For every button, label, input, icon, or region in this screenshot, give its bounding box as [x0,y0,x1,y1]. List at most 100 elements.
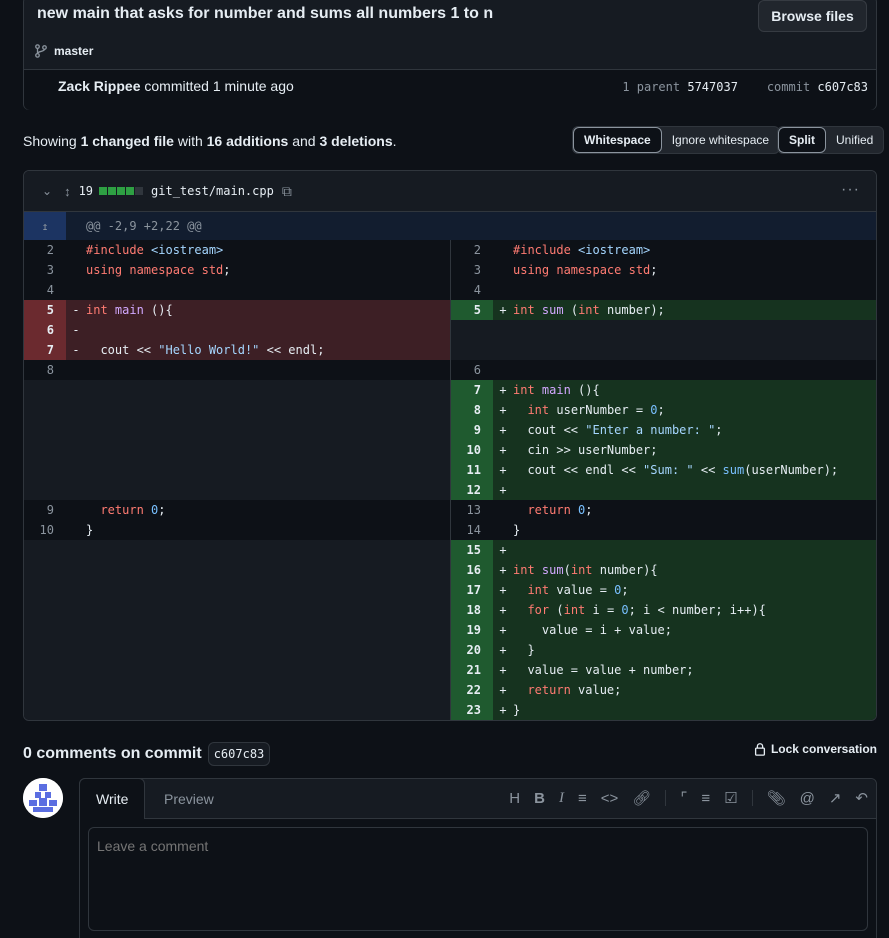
diff-row: 6- [24,320,876,340]
reference-icon[interactable]: ↗ [829,789,842,807]
diff-row: 10 + cin >> userNumber; [24,440,876,460]
diff-row: 4 4 [24,280,876,300]
ordered-list-icon[interactable]: ⌜ [680,789,687,807]
copy-icon[interactable]: ⧉ [282,183,292,200]
commit-title: new main that asks for number and sums a… [37,5,494,22]
comment-editor: Write Preview H B I ≡ <> 🔗︎ ⌜ ≡ ☑ 📎︎ @ ↗… [79,778,877,938]
summary-with: with [177,133,203,149]
comments-count: 0 comments on commit [23,745,202,762]
expand-up-icon[interactable]: ↥ [24,212,66,240]
summary-suffix: . [392,133,397,149]
lock-label: Lock conversation [770,742,877,756]
commit-header: new main that asks for number and sums a… [23,0,877,110]
diff-row: 21 + value = value + number; [24,660,876,680]
ignore-whitespace-button[interactable]: Ignore whitespace [662,127,779,153]
diffstat-block [99,187,108,195]
toolbar-divider [665,790,667,806]
identicon-image [23,778,63,818]
diff-row: 7 + int main (){ [24,380,876,400]
diff-row: 17 + int value = 0; [24,580,876,600]
editor-toolbar-bar: Write Preview H B I ≡ <> 🔗︎ ⌜ ≡ ☑ 📎︎ @ ↗… [79,778,876,819]
lock-icon [754,743,765,756]
bold-icon[interactable]: B [534,790,545,807]
diff-row: 20 + } [24,640,876,660]
summary-and: and [292,133,316,149]
quote-icon[interactable]: ≡ [578,790,587,807]
diff-row: 3 using namespace std; 3 using namespace s… [24,260,876,280]
diff-row: 7- cout << "Hello World!" << endl; [24,340,876,360]
diff-row: 8 + int userNumber = 0; [24,400,876,420]
author-name[interactable]: Zack Rippee [58,78,140,94]
branch-icon [35,44,47,58]
hunk-range: @@ -2,9 +2,22 @@ [86,219,202,233]
unified-button[interactable]: Unified [826,127,883,153]
avatar[interactable] [23,778,63,818]
hunk-header: ↥ @@ -2,9 +2,22 @@ [24,212,876,240]
tab-write[interactable]: Write [79,778,146,819]
commit-label: commit [766,80,811,94]
diff-row: 18 + for (int i = 0; i < number; i++){ [24,600,876,620]
branch-name: master [54,44,94,58]
summary-prefix: Showing [23,133,77,149]
whitespace-toggle: Whitespace Ignore whitespace [572,126,781,154]
mention-icon[interactable]: @ [800,790,815,807]
kebab-icon[interactable]: ··· [841,181,860,199]
view-toggle: Split Unified [777,126,885,154]
change-count: 19 [78,184,94,198]
diff-row: 16 + int sum(int number){ [24,560,876,580]
toolbar-divider [751,790,753,806]
diffstat-block [135,187,144,195]
diff-row: 8 6 [24,360,876,380]
diff-row: 12 + [24,480,876,500]
link-icon[interactable]: 🔗︎ [632,789,651,807]
formatting-toolbar: H B I ≡ <> 🔗︎ ⌜ ≡ ☑ 📎︎ @ ↗ ↶ [509,789,868,808]
file-diff: ⌄ ↕ 19 git_test/main.cpp ⧉ ··· ↥ @@ -2,9… [23,170,877,721]
parent-hash[interactable]: 5747037 [687,80,738,94]
diff-row: 22 + return value; [24,680,876,700]
diff-row: 19 + value = i + value; [24,620,876,640]
diff-row: 23 +} [24,700,876,720]
summary-additions: 16 additions [206,133,289,149]
commit-author-line: Zack Rippee committed 1 minute ago [58,78,294,94]
diff-summary: Showing 1 changed file with 16 additions… [23,133,397,149]
diff-row: 15 + [24,540,876,560]
split-button[interactable]: Split [778,127,826,153]
heading-icon[interactable]: H [509,790,520,807]
comment-textarea[interactable] [88,827,868,931]
diff-row: 2 #include <iostream> 2 #include <iostream… [24,240,876,260]
undo-icon[interactable]: ↶ [855,789,868,807]
diff-row: 5- int main (){ 5 + int sum (int number); [24,300,876,320]
diffstat-block [108,187,117,195]
chevron-down-icon[interactable]: ⌄ [42,184,52,198]
unordered-list-icon[interactable]: ≡ [701,790,710,807]
file-header: ⌄ ↕ 19 git_test/main.cpp ⧉ ··· [24,171,876,212]
italic-icon[interactable]: I [559,790,564,807]
diffstat [99,187,144,195]
code-icon[interactable]: <> [601,790,619,807]
commit-hash: c607c83 [817,80,868,94]
diff-rows: 2 #include <iostream> 2 #include <iostream… [24,240,876,720]
commit-hash-chip: c607c83 [207,742,271,766]
summary-deletions: 3 deletions [319,133,393,149]
comments-heading: 0 comments on commit c607c83 [23,742,271,766]
commit-hashes: 1 parent 5747037 commit c607c83 [622,80,868,94]
diff-row: 9 return 0; 13 return 0; [24,500,876,520]
summary-changed: 1 changed file [80,133,174,149]
lock-conversation-button[interactable]: Lock conversation [753,742,877,756]
attach-icon[interactable]: 📎︎ [767,789,786,807]
branch-label[interactable]: master [34,44,93,58]
browse-files-button[interactable]: Browse files [758,0,867,32]
file-name[interactable]: git_test/main.cpp [151,184,274,198]
commit-time: committed 1 minute ago [144,78,294,94]
diff-row: 10} 14} [24,520,876,540]
parent-label: 1 parent [622,80,681,94]
diff-row: 11 + cout << endl << "Sum: " << sum(userN… [24,460,876,480]
expand-icon[interactable]: ↕ [64,184,71,199]
diffstat-block [126,187,135,195]
whitespace-button[interactable]: Whitespace [573,127,662,153]
commit-meta: Zack Rippee committed 1 minute ago 1 par… [24,69,876,110]
diff-row: 9 + cout << "Enter a number: "; [24,420,876,440]
task-list-icon[interactable]: ☑ [724,789,737,807]
diffstat-block [117,187,126,195]
tab-preview[interactable]: Preview [148,778,230,819]
